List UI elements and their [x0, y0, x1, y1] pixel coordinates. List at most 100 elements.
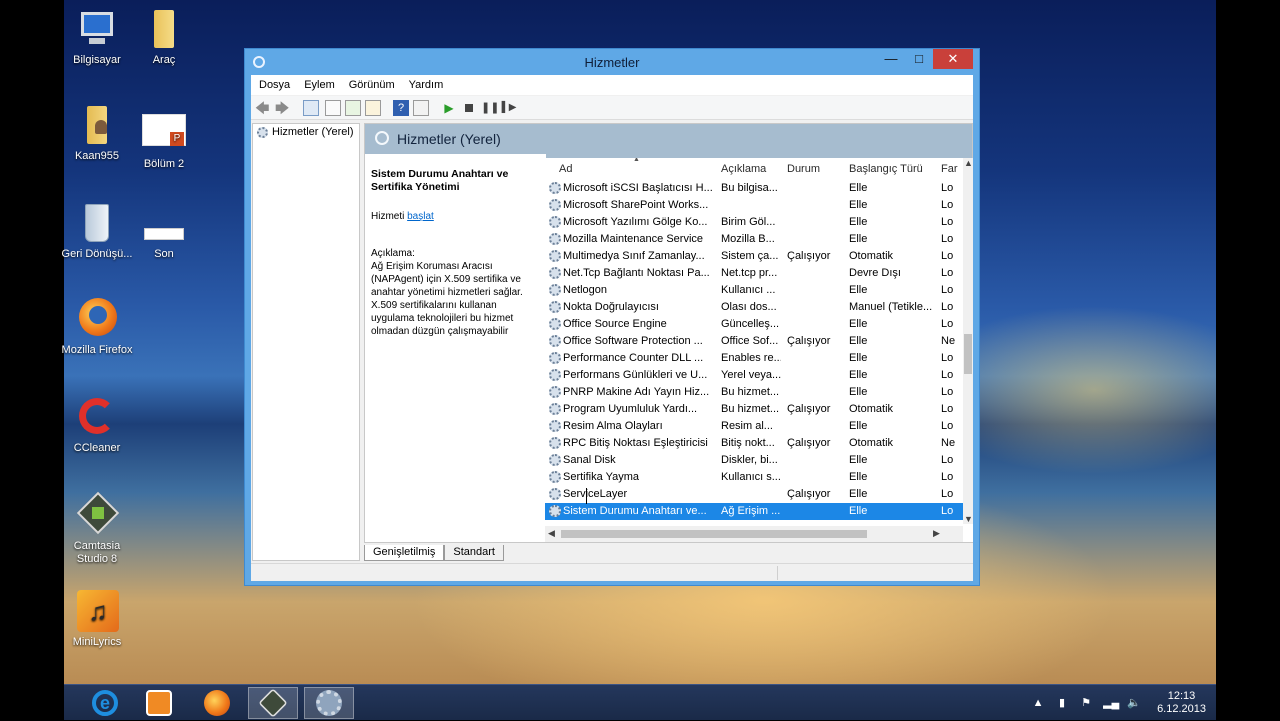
service-row[interactable]: Mozilla Maintenance Service Mozilla B... E… [545, 231, 963, 248]
tab-standard[interactable]: Standart [444, 545, 504, 561]
taskbar: e ▲ ▮ ⚑ ▂▄ 🔈 12:13 6.12.2013 [64, 684, 1216, 720]
gear-icon [257, 126, 268, 138]
menu-dosya[interactable]: Dosya [259, 79, 290, 91]
stop-service-icon[interactable] [461, 100, 477, 116]
service-row[interactable]: Resim Alma Olayları Resim al... Elle Lo [545, 418, 963, 435]
desktop-icon-son[interactable]: Son [126, 220, 202, 261]
action-center-flag-icon[interactable]: ⚑ [1079, 697, 1093, 709]
close-button[interactable]: ✕ [933, 49, 973, 69]
scroll-right-icon[interactable]: ▶ [933, 528, 940, 539]
service-row[interactable]: Microsoft SharePoint Works... Elle Lo [545, 197, 963, 214]
show-hidden-icons-icon[interactable]: ▲ [1031, 697, 1045, 709]
tab-extended[interactable]: Genişletilmiş [364, 545, 445, 561]
horizontal-scroll-thumb[interactable] [561, 530, 867, 538]
service-gear-icon [549, 199, 561, 211]
cell-logon: Lo [941, 386, 954, 398]
volume-icon[interactable]: 🔈 [1127, 697, 1141, 709]
back-arrow-icon[interactable]: 🡄 [255, 100, 271, 116]
help-icon[interactable]: ? [393, 100, 409, 116]
service-row[interactable]: Sistem Durumu Anahtarı ve... Ağ Erişim ..… [545, 503, 963, 520]
show-hide-console-tree-icon[interactable] [303, 100, 319, 116]
taskbar-media-player[interactable] [134, 687, 184, 719]
menu-gorunum[interactable]: Görünüm [349, 79, 395, 91]
cell-logon: Lo [941, 216, 954, 228]
service-row[interactable]: ServiceLayer Çalışıyor Elle Lo [545, 486, 963, 503]
column-header-status[interactable]: Durum [787, 163, 820, 175]
column-header-description[interactable]: Açıklama [721, 163, 766, 175]
taskbar-camtasia-recorder[interactable] [248, 687, 298, 719]
service-gear-icon [549, 505, 561, 517]
taskbar-firefox[interactable] [192, 687, 242, 719]
action-pane-icon[interactable] [413, 100, 429, 116]
cell-logon: Lo [941, 471, 954, 483]
service-gear-icon [549, 386, 561, 398]
cell-desc: Office Sof... [721, 335, 779, 347]
service-row[interactable]: Office Source Engine Güncelleş... Elle Lo [545, 316, 963, 333]
taskbar-services[interactable] [304, 687, 354, 719]
menu-eylem[interactable]: Eylem [304, 79, 335, 91]
desktop-icon-computer[interactable]: Bilgisayar [59, 8, 135, 67]
cell-desc: Olası dos... [721, 301, 777, 313]
service-row[interactable]: Netlogon Kullanıcı ... Elle Lo [545, 282, 963, 299]
column-header-startup-type[interactable]: Başlangıç Türü [849, 163, 923, 175]
horizontal-scrollbar[interactable]: ◀ ▶ [545, 526, 963, 542]
forward-arrow-icon[interactable]: 🡆 [275, 100, 291, 116]
service-row[interactable]: Multimedya Sınıf Zamanlay... Sistem ça...… [545, 248, 963, 265]
cell-logon: Lo [941, 233, 954, 245]
network-signal-icon[interactable]: ▂▄ [1103, 697, 1119, 709]
refresh-icon[interactable] [345, 100, 361, 116]
clock-time: 12:13 [1167, 690, 1196, 702]
window-titlebar[interactable]: Hizmetler — □ ✕ [245, 49, 979, 75]
desktop-icon-minilyrics[interactable]: ♫ MiniLyrics [59, 590, 135, 649]
cell-desc: Kullanıcı ... [721, 284, 776, 296]
service-row[interactable]: Office Software Protection ... Office Sof… [545, 333, 963, 350]
export-list-icon[interactable] [365, 100, 381, 116]
minimize-button[interactable]: — [877, 49, 905, 69]
vertical-scrollbar[interactable]: ▲ ▼ [963, 158, 973, 524]
scroll-left-icon[interactable]: ◀ [548, 528, 555, 539]
maximize-button[interactable]: □ [905, 49, 933, 69]
restart-service-icon[interactable]: ▌▶ [501, 100, 517, 116]
column-header-logon[interactable]: Far [941, 163, 963, 175]
service-row[interactable]: Net.Tcp Bağlantı Noktası Pa... Net.tcp pr… [545, 265, 963, 282]
service-row[interactable]: Sertifika Yayma Kullanıcı s... Elle Lo [545, 469, 963, 486]
start-service-link[interactable]: başlat [407, 211, 434, 222]
cell-startup: Elle [849, 352, 868, 364]
service-row[interactable]: Performance Counter DLL ... Enables re...… [545, 350, 963, 367]
menu-yardim[interactable]: Yardım [409, 79, 444, 91]
service-row[interactable]: Microsoft Yazılımı Gölge Ko... Birim Göl.… [545, 214, 963, 231]
tree-item-services-local[interactable]: Hizmetler (Yerel) [257, 126, 354, 138]
desktop-icon-bolum2[interactable]: P Bölüm 2 [126, 112, 202, 171]
cell-startup: Elle [849, 420, 868, 432]
list-header: ▲ Ad Açıklama Durum Başlangıç Türü Far [545, 158, 963, 180]
service-row[interactable]: RPC Bitiş Noktası Eşleştiricisi Bitiş nok… [545, 435, 963, 452]
taskbar-internet-explorer[interactable]: e [80, 687, 130, 719]
properties-icon[interactable] [325, 100, 341, 116]
scroll-up-icon[interactable]: ▲ [964, 158, 973, 168]
cell-name: Program Uyumluluk Yardı... [563, 403, 698, 415]
column-header-name[interactable]: Ad [559, 163, 572, 175]
media-player-icon [146, 690, 172, 716]
desktop-icon-camtasia[interactable]: Camtasia Studio 8 [59, 491, 135, 566]
ccleaner-icon [75, 396, 119, 438]
cell-startup: Elle [849, 369, 868, 381]
start-service-icon[interactable]: ▶ [441, 100, 457, 116]
desktop-icon-firefox[interactable]: Mozilla Firefox [59, 298, 135, 357]
desktop-icon-recycle-bin[interactable]: Geri Dönüşü... [59, 202, 135, 261]
desktop-icon-ccleaner[interactable]: CCleaner [59, 396, 135, 455]
desktop-icon-kaan955[interactable]: Kaan955 [59, 104, 135, 163]
pause-service-icon[interactable]: ❚❚ [481, 100, 499, 116]
scroll-down-icon[interactable]: ▼ [964, 514, 973, 524]
service-row[interactable]: Performans Günlükleri ve U... Yerel veya.… [545, 367, 963, 384]
clock[interactable]: 12:13 6.12.2013 [1157, 690, 1206, 716]
service-row[interactable]: PNRP Makine Adı Yayın Hiz... Bu hizmet...… [545, 384, 963, 401]
desktop-icon-arac[interactable]: Araç [126, 8, 202, 67]
service-row[interactable]: Program Uyumluluk Yardı... Bu hizmet... Ça… [545, 401, 963, 418]
vertical-scroll-thumb[interactable] [964, 334, 972, 374]
service-row[interactable]: Microsoft iSCSI Başlatıcısı H... Bu bilgi… [545, 180, 963, 197]
powerpoint-file-icon: P [142, 112, 186, 154]
service-row[interactable]: Nokta Doğrulayıcısı Olası dos... Manuel (T… [545, 299, 963, 316]
cell-logon: Lo [941, 182, 954, 194]
service-row[interactable]: Sanal Disk Diskler, bi... Elle Lo [545, 452, 963, 469]
battery-icon[interactable]: ▮ [1055, 697, 1069, 709]
